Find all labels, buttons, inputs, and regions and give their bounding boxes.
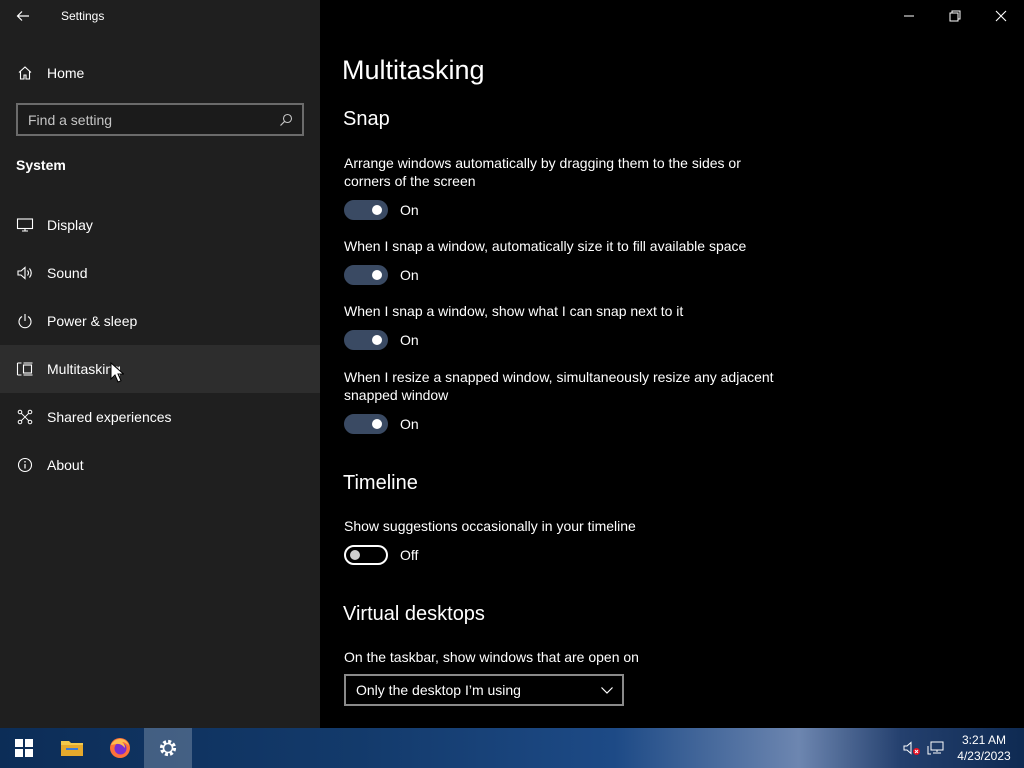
restore-button[interactable] — [932, 0, 978, 32]
setting-description: When I snap a window, show what I can sn… — [344, 303, 684, 319]
toggle-state-label: On — [400, 202, 419, 218]
network-button[interactable] — [924, 728, 948, 768]
back-button[interactable] — [0, 0, 46, 32]
settings-icon — [159, 739, 177, 757]
window-controls — [886, 0, 1024, 32]
speaker-icon — [16, 264, 34, 282]
setting-description: Show suggestions occasionally in your ti… — [344, 518, 636, 534]
dropdown-selected-value: Only the desktop I’m using — [356, 682, 521, 698]
search-input[interactable]: Find a setting — [18, 112, 270, 128]
file-explorer-icon — [61, 741, 83, 756]
taskbar-firefox[interactable] — [96, 728, 144, 768]
snap-autosize-toggle[interactable] — [344, 265, 388, 285]
close-button[interactable] — [978, 0, 1024, 32]
sidebar-item-shared-experiences[interactable]: Shared experiences — [0, 393, 320, 441]
toggle-knob — [372, 335, 382, 345]
network-icon — [927, 741, 944, 755]
taskbar: 3:21 AM 4/23/2023 — [0, 728, 1024, 768]
taskbar-settings[interactable] — [144, 728, 192, 768]
system-tray: 3:21 AM 4/23/2023 — [900, 728, 1024, 768]
search-box[interactable]: Find a setting — [16, 103, 304, 136]
mouse-cursor-icon — [110, 362, 124, 383]
title-bar: Settings — [0, 0, 320, 32]
taskbar-windows-dropdown[interactable]: Only the desktop I’m using — [344, 674, 624, 706]
close-icon — [995, 10, 1007, 22]
taskbar-file-explorer[interactable] — [48, 728, 96, 768]
snap-resize-adjacent-toggle-row: On — [344, 414, 419, 434]
display-icon — [16, 216, 34, 234]
sidebar-item-sound[interactable]: Sound — [0, 249, 320, 297]
snap-arrange-toggle[interactable] — [344, 200, 388, 220]
section-label-system: System — [16, 157, 66, 173]
toggle-state-label: On — [400, 332, 419, 348]
shared-experiences-icon — [16, 408, 34, 426]
start-icon — [15, 739, 33, 757]
start-button[interactable] — [0, 728, 48, 768]
toggle-knob — [372, 205, 382, 215]
chevron-down-icon — [601, 687, 613, 694]
page-title: Multitasking — [342, 55, 485, 85]
toggle-state-label: Off — [400, 547, 419, 563]
sidebar-item-multitasking[interactable]: Multitasking — [0, 345, 320, 393]
volume-muted-icon — [903, 741, 920, 755]
search-icon[interactable] — [270, 105, 302, 135]
snap-arrange-toggle-row: On — [344, 200, 419, 220]
clock-time: 3:21 AM — [961, 733, 1007, 747]
snap-show-next-toggle[interactable] — [344, 330, 388, 350]
volume-muted-button[interactable] — [900, 728, 924, 768]
section-title-timeline: Timeline — [343, 472, 418, 494]
timeline-suggestions-toggle[interactable] — [344, 545, 388, 565]
info-icon — [16, 456, 34, 474]
snap-resize-adjacent-toggle[interactable] — [344, 414, 388, 434]
minimize-icon — [904, 15, 914, 17]
setting-description: On the taskbar, show windows that are op… — [344, 649, 639, 665]
toggle-state-label: On — [400, 416, 419, 432]
multitasking-icon — [16, 360, 34, 378]
sidebar-item-label: Sound — [47, 265, 88, 281]
home-label: Home — [47, 65, 85, 81]
firefox-icon — [110, 738, 130, 758]
main-content: Multitasking Snap Arrange windows automa… — [320, 0, 1024, 728]
setting-description: When I snap a window, automatically size… — [344, 238, 747, 254]
setting-description: Arrange windows automatically by draggin… — [344, 155, 741, 189]
home-icon — [16, 64, 34, 82]
toggle-knob — [372, 419, 382, 429]
snap-autosize-toggle-row: On — [344, 265, 419, 285]
toggle-knob — [350, 550, 360, 560]
sidebar-item-label: Shared experiences — [47, 409, 172, 425]
clock-date: 4/23/2023 — [957, 749, 1011, 763]
sidebar-item-about[interactable]: About — [0, 441, 320, 489]
section-title-snap: Snap — [343, 108, 390, 130]
timeline-suggestions-toggle-row: Off — [344, 545, 418, 565]
restore-icon — [949, 10, 961, 22]
power-icon — [16, 312, 34, 330]
setting-description: When I resize a snapped window, simultan… — [344, 369, 774, 403]
toggle-knob — [372, 270, 382, 280]
sidebar-item-label: Power & sleep — [47, 313, 138, 329]
sidebar-item-home[interactable]: Home — [0, 49, 320, 97]
taskbar-clock[interactable]: 3:21 AM 4/23/2023 — [948, 732, 1024, 764]
back-arrow-icon — [16, 11, 29, 21]
sidebar: Settings Home Find a setting System Disp… — [0, 0, 320, 728]
minimize-button[interactable] — [886, 0, 932, 32]
section-title-virtual-desktops: Virtual desktops — [343, 603, 485, 625]
toggle-state-label: On — [400, 267, 419, 283]
snap-show-next-toggle-row: On — [344, 330, 419, 350]
app-title: Settings — [61, 9, 105, 23]
sidebar-item-power-sleep[interactable]: Power & sleep — [0, 297, 320, 345]
sidebar-nav: Display Sound Power & sleep Multitasking… — [0, 201, 320, 489]
sidebar-item-display[interactable]: Display — [0, 201, 320, 249]
sidebar-item-label: Display — [47, 217, 93, 233]
sidebar-item-label: About — [47, 457, 84, 473]
